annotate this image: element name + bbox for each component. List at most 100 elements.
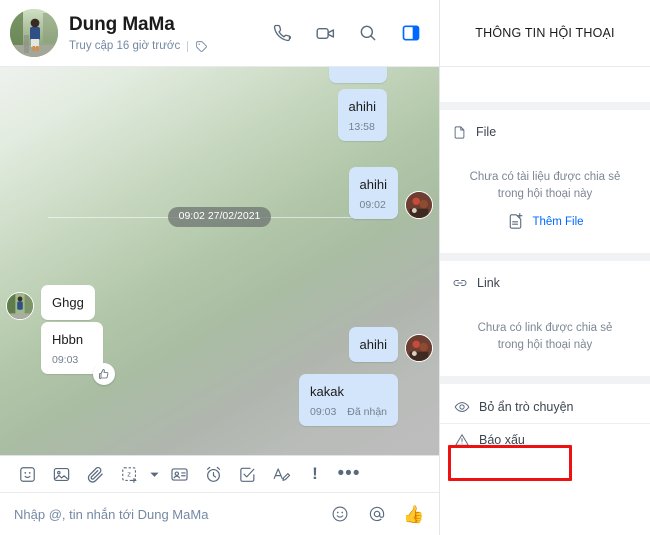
chat-column: Dung MaMa Truy cập 16 giờ trước ahihi 13… — [0, 0, 440, 535]
add-file-button[interactable]: Thêm File — [440, 203, 650, 253]
message-time: 09:02 — [359, 199, 386, 211]
message-row[interactable]: ahihi 13:58 — [337, 89, 387, 141]
peer-avatar[interactable] — [10, 9, 58, 57]
add-file-label[interactable]: Thêm File — [532, 216, 583, 228]
info-panel-title: THÔNG TIN HỘI THOẠI — [475, 26, 615, 40]
message-bubble[interactable]: kakak 09:03 Đã nhận — [299, 374, 398, 426]
message-bubble[interactable]: ahihi 13:58 — [337, 89, 387, 141]
more-icon[interactable]: ••• — [332, 457, 366, 491]
eye-icon — [454, 399, 470, 415]
tag-icon[interactable] — [195, 40, 208, 53]
thumbs-up-reaction-icon[interactable] — [93, 363, 115, 385]
report-conversation-label: Báo xấu — [479, 432, 525, 447]
message-text: kakak — [310, 384, 344, 399]
message-text: ahihi — [359, 177, 387, 192]
header-texts: Dung MaMa Truy cập 16 giờ trước — [69, 13, 270, 53]
link-section: Link Chưa có link được chia sẻ trong hội… — [440, 261, 650, 376]
date-pill: 09:02 27/02/2021 — [167, 207, 272, 227]
composer-input-row: Nhập @, tin nhắn tới Dung MaMa 👍 — [0, 493, 439, 535]
message-text: Hbbn — [52, 332, 84, 347]
unhide-conversation-label: Bỏ ẩn trò chuyện — [479, 400, 574, 414]
emoji-icon[interactable] — [329, 503, 351, 525]
message-input[interactable]: Nhập @, tin nhắn tới Dung MaMa — [14, 507, 329, 522]
toggle-info-panel-icon[interactable] — [399, 21, 423, 45]
section-gap — [440, 102, 650, 110]
link-icon — [452, 275, 468, 291]
svg-text:z: z — [127, 469, 131, 478]
message-bubble[interactable]: ahihi — [348, 327, 398, 362]
file-section: File Chưa có tài liệu được chia sẻ trong… — [440, 110, 650, 253]
warning-icon — [454, 432, 470, 448]
link-empty-message: Chưa có link được chia sẻ trong hội thoạ… — [440, 294, 650, 376]
add-file-icon — [506, 212, 525, 231]
video-call-icon[interactable] — [313, 21, 337, 45]
file-empty-line2: trong hội thoại này — [497, 188, 593, 200]
business-card-icon[interactable] — [162, 457, 196, 491]
message-bubble[interactable]: ahihi 09:02 — [348, 167, 398, 219]
thumbs-up-icon[interactable]: 👍 — [403, 503, 425, 525]
sender-avatar[interactable] — [405, 334, 433, 362]
file-icon — [452, 125, 467, 140]
page-title: Dung MaMa — [69, 14, 175, 35]
sender-avatar-photo — [406, 192, 432, 218]
message-row[interactable]: ahihi 09:02 — [348, 167, 433, 219]
sender-avatar[interactable] — [6, 292, 34, 320]
file-empty-line1: Chưa có tài liệu được chia sẻ — [469, 171, 621, 183]
message-list[interactable]: ahihi 13:58 09:02 27/02/2021 ahihi 09:02 — [0, 67, 439, 455]
sender-avatar[interactable] — [405, 191, 433, 219]
todo-icon[interactable] — [230, 457, 264, 491]
status-divider — [187, 40, 189, 52]
link-empty-line2: trong hội thoại này — [497, 339, 593, 351]
chat-header: Dung MaMa Truy cập 16 giờ trước — [0, 0, 439, 67]
info-panel: THÔNG TIN HỘI THOẠI File Chưa có tài liệ… — [440, 0, 650, 535]
message-text: ahihi — [348, 99, 376, 114]
file-empty-message: Chưa có tài liệu được chia sẻ trong hội … — [440, 143, 650, 203]
reminder-icon[interactable] — [196, 457, 230, 491]
priority-icon[interactable]: ! — [298, 457, 332, 491]
link-section-header[interactable]: Link — [440, 272, 650, 294]
sticker-icon[interactable] — [10, 457, 44, 491]
message-meta: 09:03 — [52, 354, 92, 367]
image-icon[interactable] — [44, 457, 78, 491]
chevron-down-icon[interactable] — [146, 457, 162, 491]
message-row[interactable]: Ghgg — [6, 285, 95, 320]
file-section-header[interactable]: File — [440, 121, 650, 143]
report-conversation-button[interactable]: Báo xấu — [440, 423, 650, 455]
composer-toolbar: z ! ••• — [0, 455, 439, 493]
message-bubble — [329, 67, 387, 83]
message-bubble[interactable]: Ghgg — [41, 285, 95, 320]
message-row[interactable]: kakak 09:03 Đã nhận — [299, 374, 398, 426]
header-actions — [270, 21, 427, 45]
info-panel-header: THÔNG TIN HỘI THOẠI — [440, 0, 650, 67]
info-panel-spacer — [440, 67, 650, 102]
message-status: Đã nhận — [347, 406, 387, 418]
message-bubble[interactable]: Hbbn 09:03 — [41, 322, 115, 385]
search-icon[interactable] — [356, 21, 380, 45]
message-time: 09:03 — [310, 406, 337, 418]
message-text: ahihi — [359, 337, 387, 352]
message-text: Ghgg — [52, 295, 84, 310]
message-meta: 13:58 — [349, 121, 376, 134]
link-section-label: Link — [477, 276, 500, 290]
peer-status: Truy cập 16 giờ trước — [69, 39, 270, 53]
call-icon[interactable] — [270, 21, 294, 45]
peer-avatar-photo — [10, 9, 58, 57]
message-meta: 09:03 Đã nhận — [310, 406, 387, 419]
info-panel-actions: Bỏ ẩn trò chuyện Báo xấu — [440, 384, 650, 535]
message-partial — [329, 67, 387, 83]
link-empty-line1: Chưa có link được chia sẻ — [477, 322, 613, 334]
message-meta: 09:02 — [360, 199, 387, 212]
message-row[interactable]: Hbbn 09:03 — [41, 322, 115, 385]
input-actions: 👍 — [329, 503, 425, 525]
message-row[interactable]: ahihi — [348, 327, 433, 362]
attachment-icon[interactable] — [78, 457, 112, 491]
text-format-icon[interactable] — [264, 457, 298, 491]
zalo-chat-window: Dung MaMa Truy cập 16 giờ trước ahihi 13… — [0, 0, 650, 535]
message-time: 09:03 — [52, 354, 79, 366]
sender-avatar-photo — [406, 335, 432, 361]
unhide-conversation-button[interactable]: Bỏ ẩn trò chuyện — [440, 391, 650, 423]
screen-capture-icon[interactable]: z — [112, 457, 146, 491]
file-section-label: File — [476, 125, 497, 139]
section-gap — [440, 253, 650, 261]
mention-icon[interactable] — [366, 503, 388, 525]
